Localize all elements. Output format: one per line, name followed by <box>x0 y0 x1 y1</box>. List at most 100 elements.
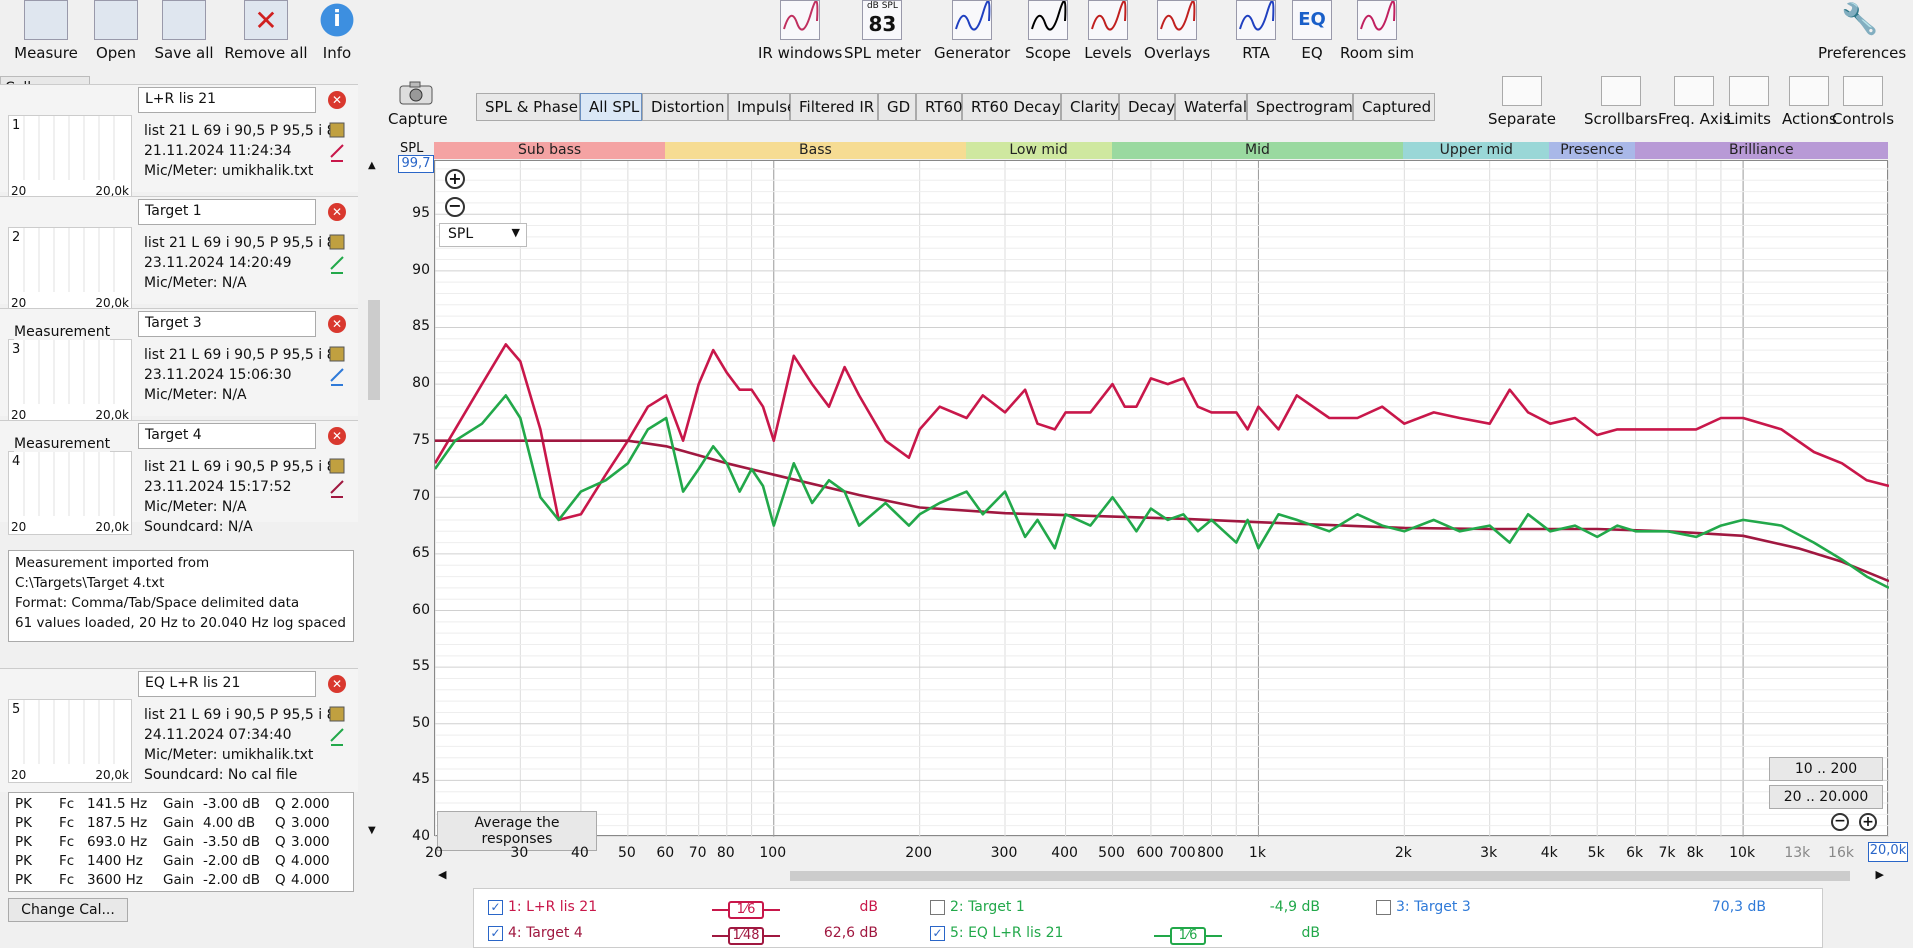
y-max-input[interactable]: 99,7 <box>398 155 434 173</box>
filter-cell: 2.000 <box>291 796 330 812</box>
remove-all-tool[interactable]: ✕ Remove all <box>222 0 310 62</box>
smoothing-indicator[interactable]: 1⁄6 <box>1154 927 1222 945</box>
tab-clarity[interactable]: Clarity <box>1061 93 1119 121</box>
measure-tool[interactable]: Measure <box>8 0 84 62</box>
scrollbar-thumb[interactable] <box>790 871 1850 881</box>
eq-filters-list[interactable]: PK Fc 141.5 Hz Gain -3.00 dB Q 2.000 PK Fc 187.5 … <box>8 792 354 892</box>
legend-checkbox[interactable] <box>1376 899 1391 915</box>
tab-waterfall[interactable]: Waterfall <box>1175 93 1251 121</box>
measurement-name-field[interactable]: Target 3 <box>138 311 316 337</box>
measurement-thumbnail[interactable]: 4 20 20,0k <box>8 451 132 535</box>
actions-tool[interactable]: Actions <box>1782 76 1837 128</box>
measurement-name-field[interactable]: Target 1 <box>138 199 316 225</box>
smoothing-indicator[interactable]: 1⁄48 <box>712 927 780 945</box>
measurement-card[interactable]: Target 1 ✕ 2 20 20,0k list 21 L 69 i 90,5 P 9… <box>0 196 358 311</box>
close-icon[interactable]: ✕ <box>328 203 346 221</box>
save-all-tool[interactable]: Save all <box>150 0 218 62</box>
x-zoom-out-icon[interactable]: − <box>1831 813 1849 831</box>
measurement-thumbnail[interactable]: 1 20 20,0k <box>8 115 132 199</box>
filter-cell: Fc <box>59 872 75 888</box>
legend-value: -4,9 dB <box>1269 899 1320 915</box>
tab-captured[interactable]: Captured <box>1353 93 1435 121</box>
series-1 <box>433 343 1890 522</box>
preferences-tool[interactable]: 🔧 Preferences <box>1818 0 1906 62</box>
legend-checkbox[interactable]: ✓ <box>488 899 503 915</box>
capture-button[interactable]: Capture <box>388 80 448 128</box>
legend-entry[interactable]: ✓ 1: L+R lis 21 1⁄6 dB <box>488 899 928 921</box>
settings-icon[interactable] <box>328 705 346 771</box>
measurement-name-field[interactable]: L+R lis 21 <box>138 87 316 113</box>
rta-tool[interactable]: RTA <box>1230 0 1282 62</box>
x-max-input[interactable]: 20,0k <box>1868 842 1908 862</box>
horizontal-scrollbar[interactable]: ◀ ▶ <box>434 868 1888 884</box>
tab-rt60-decay[interactable]: RT60 Decay <box>962 93 1061 121</box>
freq-axis-tool[interactable]: Freq. Axis <box>1658 76 1731 128</box>
eq-tool[interactable]: EQ EQ <box>1286 0 1338 62</box>
scroll-left-icon[interactable]: ◀ <box>438 868 446 881</box>
ir-windows-tool[interactable]: IR windows <box>758 0 842 62</box>
settings-icon[interactable] <box>328 121 346 187</box>
filter-row: PK Fc 141.5 Hz Gain -3.00 dB Q 2.000 <box>15 795 347 814</box>
measurement-card[interactable]: EQ L+R lis 21 ✕ 5 20 20,0k list 21 L 69 i 90,… <box>0 668 358 792</box>
settings-icon[interactable] <box>328 345 346 411</box>
info-tool[interactable]: i Info <box>312 0 362 62</box>
separate-tool[interactable]: Separate <box>1488 76 1556 128</box>
measurement-mic: Mic/Meter: umikhalik.txt <box>144 747 314 763</box>
legend-entry[interactable]: 2: Target 1 -4,9 dB <box>930 899 1370 921</box>
spl-meter-tool[interactable]: dB SPL 83 SPL meter <box>844 0 921 62</box>
levels-tool[interactable]: Levels <box>1082 0 1134 62</box>
tab-gd[interactable]: GD <box>878 93 916 121</box>
scope-tool[interactable]: Scope <box>1022 0 1074 62</box>
measurement-thumbnail[interactable]: 5 20 20,0k <box>8 699 132 783</box>
close-icon[interactable]: ✕ <box>328 315 346 333</box>
zoom-in-icon[interactable]: + <box>445 169 465 189</box>
tab-rt60[interactable]: RT60 <box>916 93 963 121</box>
scrollbars-tool[interactable]: Scrollbars <box>1584 76 1658 128</box>
measurement-card[interactable]: L+R lis 21 ✕ 1 20 20,0k list 21 L 69 i 90,5 P… <box>0 84 358 199</box>
panel-scroll-thumb[interactable] <box>368 300 380 400</box>
generator-tool[interactable]: Generator <box>934 0 1010 62</box>
zoom-out-icon[interactable]: − <box>445 197 465 217</box>
smoothing-indicator[interactable]: 1⁄6 <box>712 901 780 919</box>
x-zoom-in-icon[interactable]: + <box>1859 813 1877 831</box>
measurement-name-field[interactable]: Target 4 <box>138 423 316 449</box>
scroll-right-icon[interactable]: ▶ <box>1876 868 1884 881</box>
notes-textarea[interactable]: Measurement imported from C:\Targets\Targ… <box>8 550 354 642</box>
tab-spl-phase[interactable]: SPL & Phase <box>476 93 580 121</box>
open-tool[interactable]: Open <box>86 0 146 62</box>
close-icon[interactable]: ✕ <box>328 91 346 109</box>
settings-icon[interactable] <box>328 233 346 299</box>
close-icon[interactable]: ✕ <box>328 427 346 445</box>
spl-plot-area[interactable]: + − SPL ▼ Average the responses 10 .. 20… <box>433 160 1890 851</box>
legend-entry[interactable]: 3: Target 3 70,3 dB <box>1376 899 1816 921</box>
close-icon[interactable]: ✕ <box>328 675 346 693</box>
legend-checkbox[interactable]: ✓ <box>488 925 503 941</box>
overlays-tool[interactable]: Overlays <box>1144 0 1210 62</box>
limits-tool[interactable]: Limits <box>1726 76 1771 128</box>
scroll-down-icon[interactable]: ▼ <box>368 825 376 836</box>
tab-distortion[interactable]: Distortion <box>642 93 728 121</box>
tab-impulse[interactable]: Impulse <box>728 93 796 121</box>
change-cal-button[interactable]: Change Cal... <box>8 898 128 922</box>
legend-checkbox[interactable]: ✓ <box>930 925 945 941</box>
legend-entry[interactable]: ✓ 4: Target 4 1⁄48 62,6 dB <box>488 925 928 947</box>
tab-spectrogram[interactable]: Spectrogram <box>1247 93 1353 121</box>
measurement-line1: list 21 L 69 i 90,5 P 95,5 i 85 <box>144 123 345 139</box>
tab-decay[interactable]: Decay <box>1119 93 1175 121</box>
legend-checkbox[interactable] <box>930 899 945 915</box>
range-button-20-20000[interactable]: 20 .. 20.000 <box>1769 785 1883 809</box>
x-tick-label: 1k <box>1248 845 1266 861</box>
room-sim-tool[interactable]: Room sim <box>1340 0 1414 62</box>
measurement-name-field[interactable]: EQ L+R lis 21 <box>138 671 316 697</box>
tab-all-spl[interactable]: All SPL <box>580 93 642 121</box>
measurement-thumbnail[interactable]: 3 20 20,0k <box>8 339 132 423</box>
scroll-up-icon[interactable]: ▲ <box>368 160 376 171</box>
range-button-10-200[interactable]: 10 .. 200 <box>1769 757 1883 781</box>
tab-filtered-ir[interactable]: Filtered IR <box>790 93 878 121</box>
measurement-thumbnail[interactable]: 2 20 20,0k <box>8 227 132 311</box>
legend-entry[interactable]: ✓ 5: EQ L+R lis 21 1⁄6 dB <box>930 925 1370 947</box>
settings-icon[interactable] <box>328 457 346 523</box>
panel-scrollbar[interactable]: ▲ ▼ <box>366 160 382 836</box>
spl-dropdown[interactable]: SPL ▼ <box>439 223 527 247</box>
controls-tool[interactable]: Controls <box>1832 76 1894 128</box>
